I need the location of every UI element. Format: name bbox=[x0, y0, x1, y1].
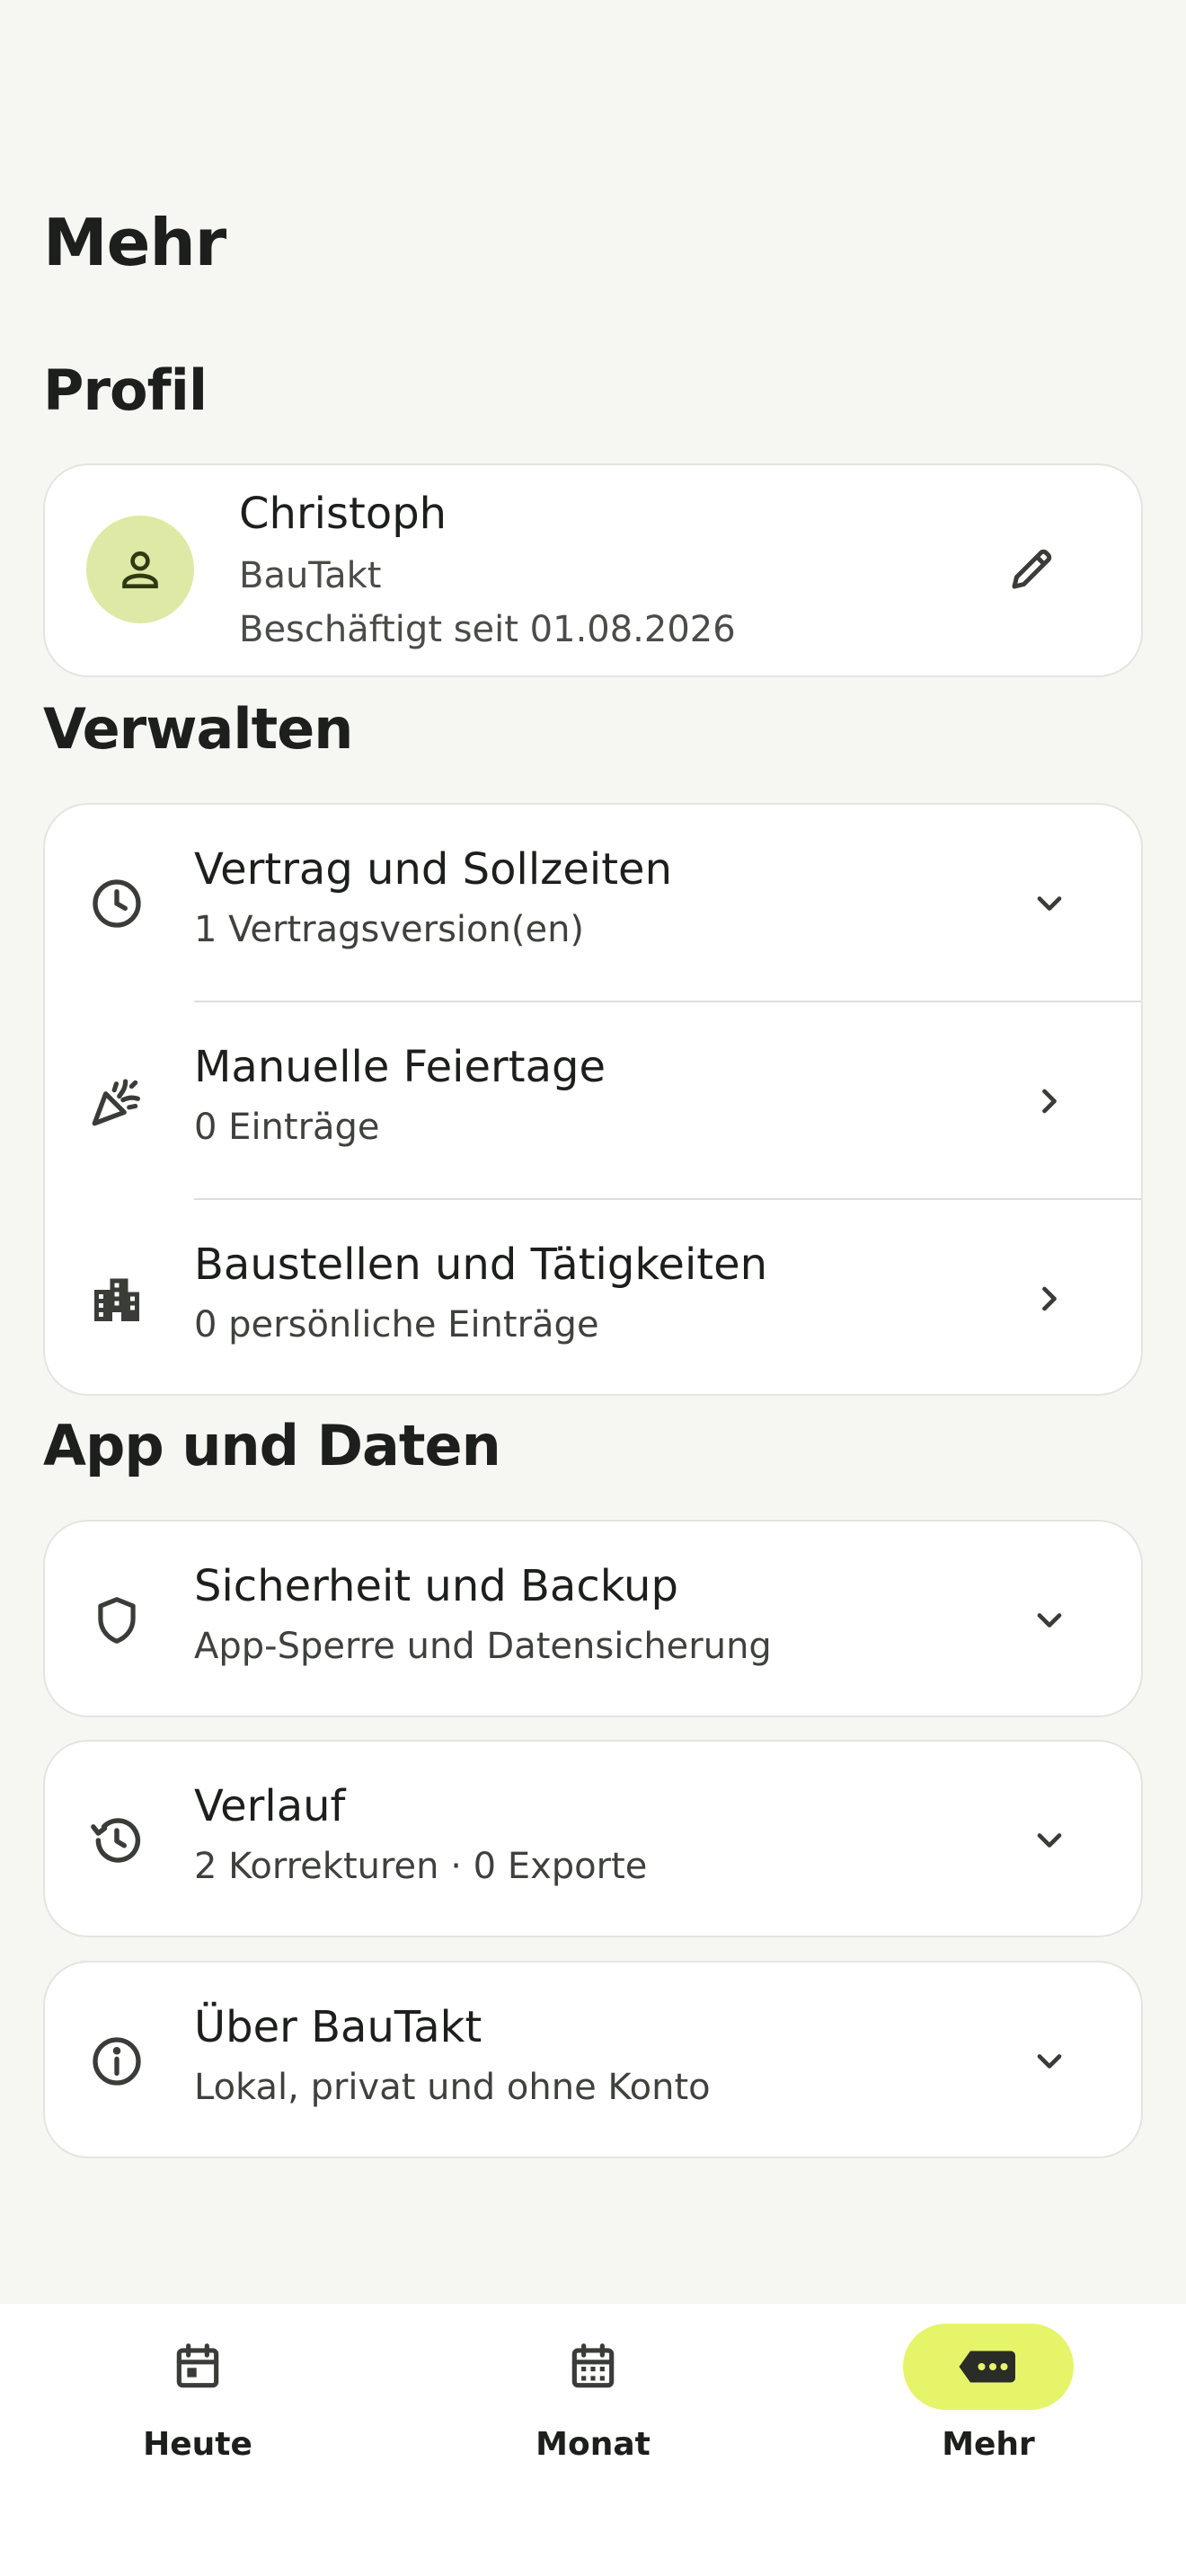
chevron-right-icon[interactable] bbox=[1022, 1074, 1076, 1128]
nav-label: Monat bbox=[535, 2426, 651, 2463]
profile-company: BauTakt bbox=[239, 555, 382, 596]
list-item-subtitle: 2 Korrekturen · 0 Exporte bbox=[194, 1846, 648, 1887]
person-icon bbox=[122, 551, 158, 588]
history-card[interactable]: Verlauf 2 Korrekturen · 0 Exporte bbox=[43, 1740, 1143, 1937]
chevron-down-icon[interactable] bbox=[1022, 877, 1076, 931]
info-icon bbox=[84, 2029, 149, 2094]
shield-icon bbox=[84, 1588, 149, 1653]
pencil-icon bbox=[1012, 549, 1052, 589]
profile-name: Christoph bbox=[239, 489, 447, 539]
nav-item-month[interactable]: Monat bbox=[458, 2324, 728, 2503]
nav-label: Mehr bbox=[942, 2426, 1035, 2463]
section-title-profile: Profil bbox=[43, 357, 208, 423]
nav-item-more[interactable]: Mehr bbox=[854, 2324, 1123, 2503]
list-item-title: Sicherheit und Backup bbox=[194, 1561, 678, 1611]
list-item-subtitle: 1 Vertragsversion(en) bbox=[194, 909, 585, 950]
list-item-subtitle: 0 persönliche Einträge bbox=[194, 1304, 599, 1345]
more-screen: Mehr Profil Christoph BauTakt Beschäftig… bbox=[0, 0, 1186, 2576]
calendar-month-icon bbox=[508, 2324, 678, 2410]
clock-icon bbox=[84, 871, 149, 936]
list-item-title: Über BauTakt bbox=[194, 2002, 482, 2052]
list-item-about[interactable]: Über BauTakt Lokal, privat und ohne Kont… bbox=[45, 1963, 1141, 2157]
party-popper-icon bbox=[84, 1069, 149, 1134]
list-item-subtitle: 0 Einträge bbox=[194, 1107, 380, 1148]
nav-label: Heute bbox=[143, 2426, 252, 2463]
list-item-history[interactable]: Verlauf 2 Korrekturen · 0 Exporte bbox=[45, 1742, 1141, 1936]
page-title: Mehr bbox=[43, 205, 226, 280]
calendar-today-icon bbox=[112, 2324, 283, 2410]
list-item-title: Vertrag und Sollzeiten bbox=[194, 844, 672, 895]
section-title-app: App und Daten bbox=[43, 1413, 501, 1478]
manage-card: Vertrag und Sollzeiten 1 Vertragsversion… bbox=[43, 803, 1143, 1396]
nav-item-today[interactable]: Heute bbox=[63, 2324, 332, 2503]
avatar bbox=[86, 516, 194, 623]
list-item-subtitle: App-Sperre und Datensicherung bbox=[194, 1626, 772, 1667]
list-item-title: Manuelle Feiertage bbox=[194, 1042, 606, 1092]
profile-employed-since: Beschäftigt seit 01.08.2026 bbox=[239, 609, 736, 650]
list-item-title: Baustellen und Tätigkeiten bbox=[194, 1239, 768, 1290]
list-item-sites[interactable]: Baustellen und Tätigkeiten 0 persönliche… bbox=[45, 1200, 1141, 1394]
profile-card[interactable]: Christoph BauTakt Beschäftigt seit 01.08… bbox=[43, 463, 1143, 677]
chevron-down-icon[interactable] bbox=[1022, 2034, 1076, 2088]
security-card[interactable]: Sicherheit und Backup App-Sperre und Dat… bbox=[43, 1520, 1143, 1717]
edit-profile-button[interactable] bbox=[1001, 537, 1064, 600]
list-item-contract[interactable]: Vertrag und Sollzeiten 1 Vertragsversion… bbox=[45, 805, 1141, 1002]
section-title-manage: Verwalten bbox=[43, 696, 353, 762]
list-item-subtitle: Lokal, privat und ohne Konto bbox=[194, 2067, 711, 2108]
chevron-down-icon[interactable] bbox=[1022, 1593, 1076, 1647]
more-icon bbox=[903, 2324, 1074, 2410]
chevron-down-icon[interactable] bbox=[1022, 1813, 1076, 1867]
history-icon bbox=[84, 1808, 149, 1873]
bottom-nav: Heute Monat Mehr bbox=[0, 2304, 1186, 2576]
building-icon bbox=[84, 1266, 149, 1331]
list-item-security[interactable]: Sicherheit und Backup App-Sperre und Dat… bbox=[45, 1522, 1141, 1716]
list-item-title: Verlauf bbox=[194, 1781, 346, 1831]
list-item-holidays[interactable]: Manuelle Feiertage 0 Einträge bbox=[45, 1002, 1141, 1200]
chevron-right-icon[interactable] bbox=[1022, 1272, 1076, 1326]
about-card[interactable]: Über BauTakt Lokal, privat und ohne Kont… bbox=[43, 1961, 1143, 2158]
